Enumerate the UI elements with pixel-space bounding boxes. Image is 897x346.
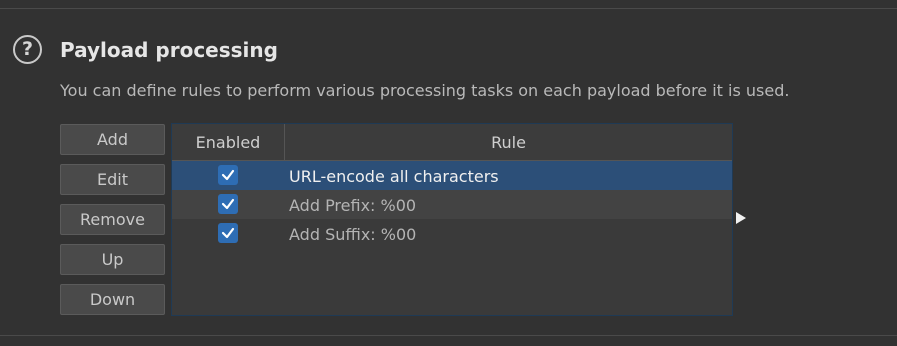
column-header-enabled[interactable]: Enabled	[172, 124, 285, 160]
table-row[interactable]: Add Suffix: %00	[172, 219, 732, 248]
enabled-checkbox[interactable]	[218, 165, 238, 185]
rule-cell: Add Suffix: %00	[289, 225, 417, 244]
edit-button[interactable]: Edit	[60, 164, 165, 195]
bottom-divider	[0, 335, 897, 336]
add-button[interactable]: Add	[60, 124, 165, 155]
rule-cell: URL-encode all characters	[289, 167, 499, 186]
check-icon	[221, 227, 235, 239]
enabled-checkbox[interactable]	[218, 223, 238, 243]
enabled-checkbox[interactable]	[218, 194, 238, 214]
table-row[interactable]: Add Prefix: %00	[172, 190, 732, 219]
help-icon[interactable]: ?	[13, 35, 42, 64]
column-header-rule[interactable]: Rule	[285, 124, 732, 160]
rule-cell: Add Prefix: %00	[289, 196, 417, 215]
check-icon	[221, 169, 235, 181]
table-header: Enabled Rule	[172, 124, 732, 161]
play-arrow-icon	[736, 212, 746, 224]
remove-button[interactable]: Remove	[60, 204, 165, 235]
up-button[interactable]: Up	[60, 244, 165, 275]
down-button[interactable]: Down	[60, 284, 165, 315]
table-row[interactable]: URL-encode all characters	[172, 161, 732, 190]
check-icon	[221, 198, 235, 210]
top-divider	[0, 8, 897, 9]
rules-table: Enabled Rule URL-encode all characters A…	[171, 123, 733, 316]
section-description: You can define rules to perform various …	[60, 81, 790, 100]
section-title: Payload processing	[60, 38, 278, 62]
